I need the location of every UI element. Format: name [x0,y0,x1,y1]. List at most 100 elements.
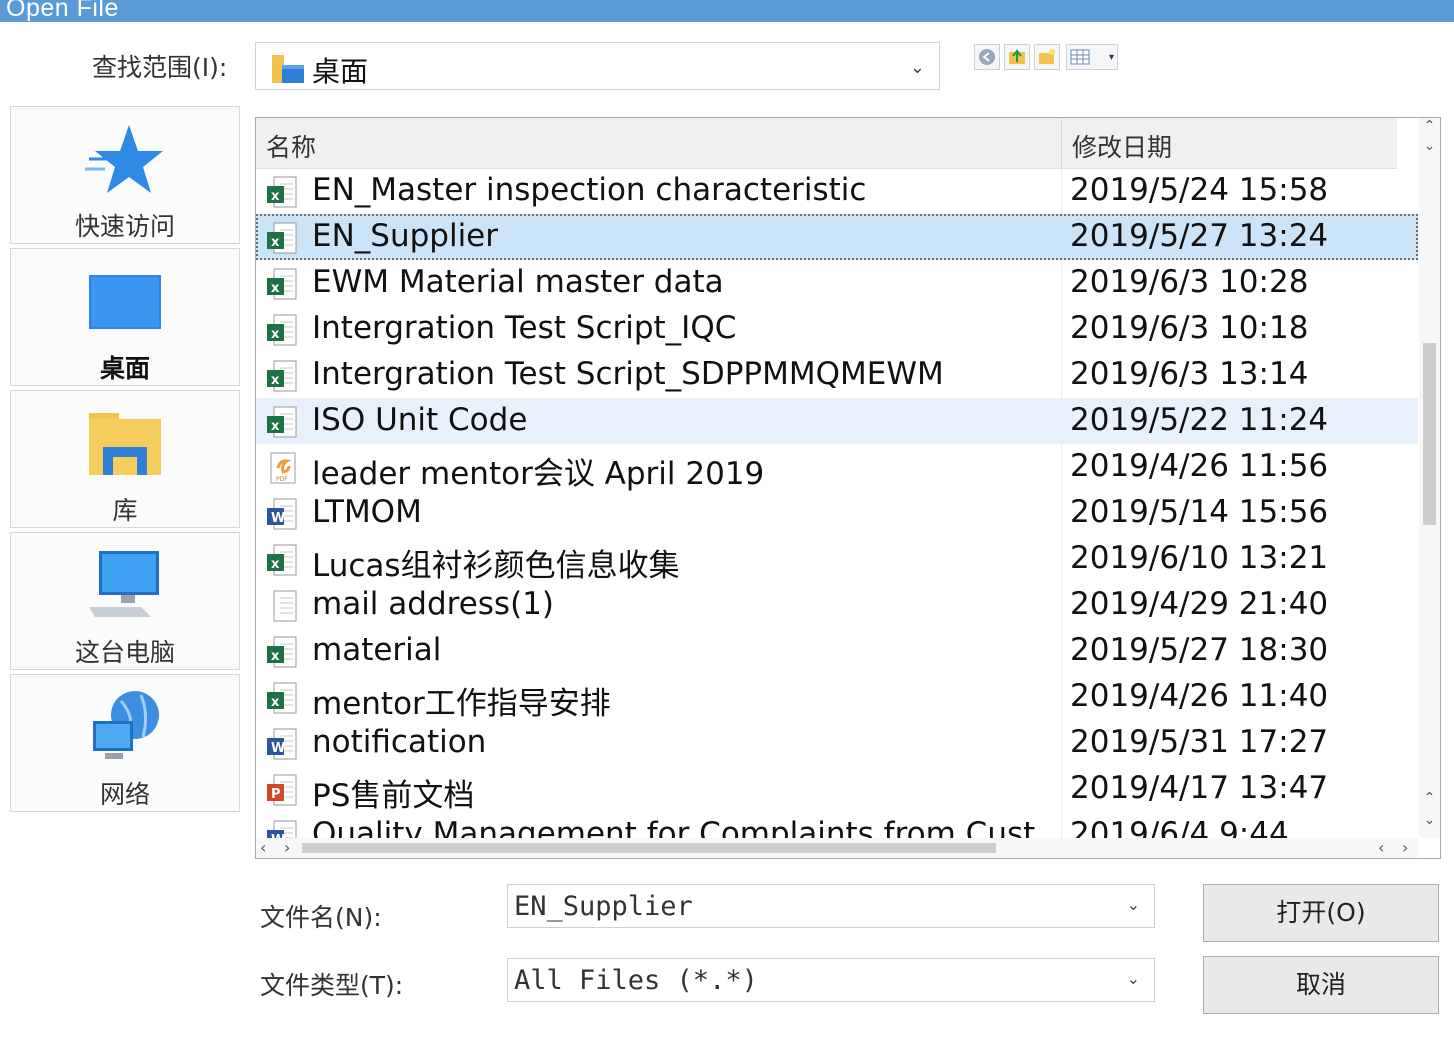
file-modified-date: 2019/5/24 15:58 [1070,172,1329,208]
computer-icon [89,551,159,617]
place-quick-access[interactable]: 快速访问 [10,106,240,244]
network-globe-icon [93,691,159,759]
file-modified-date: 2019/5/27 18:30 [1070,632,1329,668]
file-name: Lucas组衬衫颜色信息收集 [312,548,680,584]
chevron-down-icon[interactable]: ⌄ [1127,895,1140,914]
file-name-input[interactable]: EN_Supplier [514,891,693,922]
view-menu-button[interactable]: ▾ [1066,44,1118,70]
scroll-down-icon[interactable]: ⌄ [1419,812,1440,828]
chevron-down-icon[interactable]: ⌄ [910,57,925,78]
vertical-scroll-thumb[interactable] [1423,343,1436,525]
svg-text:x: x [271,649,280,664]
scroll-up-icon[interactable]: ⌃ [1419,790,1440,806]
file-name-label: 文件名(N): [260,903,382,932]
back-arrow-icon [979,49,995,65]
place-desktop[interactable]: 桌面 [10,248,240,386]
pdf-file-icon: PDF [266,451,300,485]
svg-text:W: W [271,511,285,526]
file-row[interactable]: x Lucas组衬衫颜色信息收集 2019/6/10 13:21 [256,536,1418,584]
file-row[interactable]: x EN_Master inspection characteristic 2019… [256,168,1418,214]
cancel-button[interactable]: 取消 [1203,956,1439,1014]
svg-text:W: W [271,741,285,756]
place-library[interactable]: 库 [10,390,240,528]
file-row[interactable]: PDF leader mentor会议 April 2019 2019/4/26 1… [256,444,1418,492]
look-in-value: 桌面 [312,55,369,88]
powerpoint-file-icon: P [266,773,300,807]
place-this-pc[interactable]: 这台电脑 [10,532,240,670]
file-modified-date: 2019/5/31 17:27 [1070,724,1329,760]
file-row[interactable]: mail address(1) 2019/4/29 21:40 [256,582,1418,628]
chevron-down-icon[interactable]: ⌄ [1127,969,1140,988]
library-folder-icon [89,413,161,475]
excel-file-icon: x [266,267,300,301]
file-row[interactable]: W LTMOM 2019/5/14 15:56 [256,490,1418,536]
file-row[interactable]: Wnotification 2019/5/31 17:27 [256,720,1418,766]
place-label: 这台电脑 [74,638,175,667]
file-name: leader mentor会议 April 2019 [312,456,765,492]
excel-file-icon: x [266,405,300,439]
svg-text:x: x [271,373,280,388]
place-label: 桌面 [99,354,150,383]
svg-text:x: x [271,557,280,572]
up-folder-button[interactable] [1004,44,1030,70]
window-title: Open File [6,0,119,22]
file-name: LTMOM [312,494,422,530]
file-name: Quality Management for Complaints from C… [312,816,1036,838]
file-row[interactable]: W Quality Management for Complaints from … [256,812,1418,838]
file-type-select[interactable]: All Files (*.*) ⌄ [507,958,1155,1002]
file-modified-date: 2019/6/3 10:28 [1070,264,1309,300]
scroll-right-icon[interactable]: › [284,838,290,857]
place-label: 快速访问 [74,212,175,241]
file-name: mentor工作指导安排 [312,686,611,722]
column-header-name[interactable]: 名称 [266,128,316,164]
horizontal-scrollbar[interactable]: ‹ › ‹ › [256,838,1418,858]
file-row[interactable]: x material 2019/5/27 18:30 [256,628,1418,674]
scroll-left-icon[interactable]: ‹ [1378,838,1384,857]
horizontal-scroll-thumb[interactable] [302,843,996,853]
view-grid-icon [1070,49,1090,65]
file-name: notification [312,724,487,760]
file-list[interactable]: 名称 修改日期 x EN_Master inspection characteri… [255,117,1441,859]
vertical-scrollbar[interactable]: ⌃ ⌄ ⌃ ⌄ [1419,118,1440,838]
file-row[interactable]: x EWM Material master data 2019/6/3 10:28 [256,260,1418,306]
file-row[interactable]: x Intergration Test Script_IQC 2019/6/3 10… [256,306,1418,352]
place-label: 网络 [99,780,150,809]
file-row[interactable]: x mentor工作指导安排 2019/4/26 11:40 [256,674,1418,722]
svg-text:x: x [271,419,280,434]
word-file-icon: W [266,497,300,531]
file-name-combobox[interactable]: EN_Supplier ⌄ [507,884,1155,928]
word-file-icon: W [266,727,300,761]
desktop-icon [89,275,161,329]
file-row[interactable]: x Intergration Test Script_SDPPMMQMEWM 201… [256,352,1418,398]
excel-file-icon: x [266,313,300,347]
new-folder-button[interactable] [1034,44,1060,70]
new-folder-icon [1039,49,1055,64]
place-label: 库 [112,496,138,525]
look-in-combobox[interactable]: 桌面 ⌄ [255,42,940,90]
place-network[interactable]: 网络 [10,674,240,812]
word-file-icon: W [266,819,300,838]
svg-text:x: x [271,327,280,342]
navigation-toolbar: ▾ [974,44,1128,72]
scroll-down-icon[interactable]: ⌄ [1419,138,1440,154]
file-modified-date: 2019/5/27 13:24 [1070,218,1329,254]
title-bar: Open File [0,0,1454,22]
file-modified-date: 2019/4/29 21:40 [1070,586,1329,622]
column-header-date[interactable]: 修改日期 [1072,128,1172,164]
column-divider[interactable] [1061,118,1062,168]
scroll-right-icon[interactable]: › [1402,838,1408,857]
file-row[interactable]: P PS售前文档 2019/4/17 13:47 [256,766,1418,814]
scroll-left-icon[interactable]: ‹ [260,838,266,857]
back-button[interactable] [974,44,1000,70]
excel-file-icon: x [266,681,300,715]
file-row[interactable]: x ISO Unit Code 2019/5/22 11:24 [256,398,1418,444]
open-button[interactable]: 打开(O) [1203,884,1439,942]
file-name: Intergration Test Script_IQC [312,310,737,346]
text-file-icon [266,589,300,623]
file-row[interactable]: x EN_Supplier 2019/5/27 13:24 [256,214,1418,260]
file-modified-date: 2019/6/3 13:14 [1070,356,1309,392]
view-dropdown-icon: ▾ [1108,52,1114,63]
scroll-up-icon[interactable]: ⌃ [1419,118,1440,134]
file-name: ISO Unit Code [312,402,528,438]
excel-file-icon: x [266,175,300,209]
